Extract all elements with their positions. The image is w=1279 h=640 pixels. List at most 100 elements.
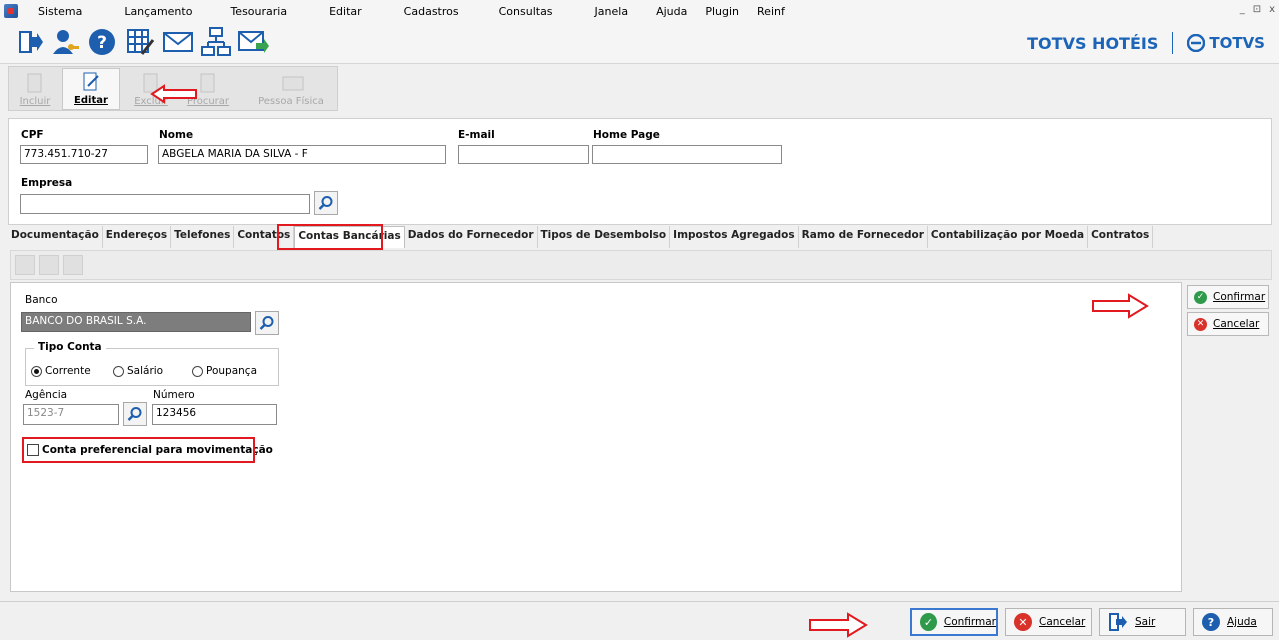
- check-icon: ✓: [1194, 290, 1207, 304]
- tab-enderecos[interactable]: Endereços: [103, 226, 172, 248]
- menu-consultas[interactable]: Consultas: [493, 5, 559, 18]
- search-icon: [259, 316, 274, 330]
- close-button[interactable]: x: [1269, 4, 1275, 15]
- search-icon: [127, 407, 142, 421]
- sub-toolbar: [10, 250, 1272, 280]
- tab-documentacao[interactable]: Documentação: [8, 226, 103, 248]
- radio-poupanca-circle: [192, 365, 203, 377]
- menu-editar[interactable]: Editar: [323, 5, 368, 18]
- sair-button[interactable]: Sair: [1099, 608, 1186, 636]
- radio-salario[interactable]: Salário: [113, 365, 163, 377]
- brand-logo: TOTVS HOTÉIS TOTVS: [1027, 32, 1265, 54]
- banco-search-button[interactable]: [255, 311, 279, 335]
- brand-hoteis: TOTVS HOTÉIS: [1027, 33, 1159, 53]
- tab-contatos[interactable]: Contatos: [234, 226, 295, 248]
- app-icon[interactable]: [4, 4, 18, 18]
- menu-lancamento[interactable]: Lançamento: [118, 5, 198, 18]
- help-icon[interactable]: ?: [86, 26, 118, 58]
- pessoa-fisica-button[interactable]: Pessoa Física: [245, 68, 337, 110]
- nome-label: Nome: [159, 129, 194, 141]
- menu-cadastros[interactable]: Cadastros: [398, 5, 465, 18]
- confirmar-button[interactable]: ✓ Confirmar: [910, 608, 998, 636]
- restore-button[interactable]: ⊡: [1253, 4, 1261, 15]
- numero-input[interactable]: 123456: [152, 404, 277, 425]
- annotation-arrow-bottom: [809, 612, 868, 638]
- cpf-label: CPF: [21, 129, 44, 141]
- cancel-icon: ✕: [1014, 613, 1032, 631]
- radio-corrente[interactable]: Corrente: [31, 365, 91, 377]
- bottom-action-bar: ✓ Confirmar ✕ Cancelar Sair ? Ajuda: [0, 601, 1279, 640]
- grid-edit-icon[interactable]: [124, 26, 156, 58]
- minimize-button[interactable]: _: [1240, 4, 1245, 15]
- annotation-arrow-right: [1092, 293, 1149, 319]
- tab-contratos[interactable]: Contratos: [1088, 226, 1154, 248]
- banco-input[interactable]: BANCO DO BRASIL S.A.: [21, 312, 251, 332]
- user-key-icon[interactable]: [50, 26, 82, 58]
- new-doc-icon: [26, 73, 44, 93]
- email-label: E-mail: [458, 129, 495, 141]
- network-icon[interactable]: [200, 26, 232, 58]
- tab-ramo-fornecedor[interactable]: Ramo de Fornecedor: [799, 226, 928, 248]
- tipo-conta-label: Tipo Conta: [34, 341, 106, 353]
- editar-button[interactable]: Editar: [62, 68, 120, 110]
- cpf-input[interactable]: 773.451.710-27: [20, 145, 148, 164]
- send-mail-icon[interactable]: [238, 26, 270, 58]
- agencia-input[interactable]: 1523-7: [23, 404, 119, 425]
- side-cancelar-button[interactable]: ✕ Cancelar: [1187, 312, 1269, 336]
- totvs-logo-icon: [1187, 34, 1206, 52]
- brand-separator: [1172, 32, 1174, 54]
- cancelar-button[interactable]: ✕ Cancelar: [1005, 608, 1092, 636]
- search-doc-icon: [199, 73, 217, 93]
- numero-label: Número: [153, 389, 195, 401]
- person-card-icon: [282, 73, 304, 93]
- homepage-input[interactable]: [592, 145, 782, 164]
- brand-totvs: TOTVS: [1187, 34, 1265, 52]
- empresa-label: Empresa: [21, 177, 73, 189]
- homepage-label: Home Page: [593, 129, 660, 141]
- empresa-input[interactable]: [20, 194, 310, 214]
- menu-bar: Sistema Lançamento Tesouraria Editar Cad…: [0, 0, 1279, 22]
- menu-plugin[interactable]: Plugin: [699, 5, 745, 18]
- sub-delete-icon[interactable]: [63, 255, 83, 275]
- side-confirmar-button[interactable]: ✓ Confirmar: [1187, 285, 1269, 309]
- exit-icon[interactable]: [14, 26, 46, 58]
- radio-salario-circle: [113, 365, 124, 377]
- svg-text:?: ?: [97, 33, 107, 53]
- tab-dados-fornecedor[interactable]: Dados do Fornecedor: [405, 226, 538, 248]
- sub-new-icon[interactable]: [15, 255, 35, 275]
- tab-contabilizacao-moeda[interactable]: Contabilização por Moeda: [928, 226, 1089, 248]
- banco-label: Banco: [25, 294, 58, 306]
- menu-janela[interactable]: Janela: [589, 5, 635, 18]
- window-controls: _ ⊡ x: [1240, 4, 1275, 15]
- menu-tesouraria[interactable]: Tesouraria: [224, 5, 293, 18]
- help-icon: ?: [1202, 613, 1220, 631]
- sub-edit-icon[interactable]: [39, 255, 59, 275]
- search-icon: [318, 196, 333, 210]
- menu-reinf[interactable]: Reinf: [751, 5, 791, 18]
- side-action-panel: ✓ Confirmar ✕ Cancelar: [1183, 282, 1273, 592]
- nome-input[interactable]: ABGELA MARIA DA SILVA - F: [158, 145, 446, 164]
- menu-sistema[interactable]: Sistema: [32, 5, 88, 18]
- email-input[interactable]: [458, 145, 589, 164]
- radio-corrente-circle: [31, 365, 42, 377]
- empresa-search-button[interactable]: [314, 191, 338, 215]
- tab-telefones[interactable]: Telefones: [171, 226, 235, 248]
- incluir-button[interactable]: Incluir: [11, 68, 59, 110]
- tab-tipos-desembolso[interactable]: Tipos de Desembolso: [538, 226, 671, 248]
- radio-poupanca[interactable]: Poupança: [192, 365, 257, 377]
- agencia-search-button[interactable]: [123, 402, 147, 426]
- person-form: CPF 773.451.710-27 Nome ABGELA MARIA DA …: [8, 118, 1272, 225]
- ajuda-button[interactable]: ? Ajuda: [1193, 608, 1273, 636]
- menu-ajuda[interactable]: Ajuda: [650, 5, 693, 18]
- agencia-label: Agência: [25, 389, 68, 401]
- tipo-conta-group: Tipo Conta Corrente Salário Poupança: [25, 341, 279, 386]
- conta-preferencial-checkbox[interactable]: Conta preferencial para movimentação: [27, 444, 273, 456]
- cancel-icon: ✕: [1194, 317, 1207, 331]
- mail-icon[interactable]: [162, 26, 194, 58]
- exit-icon: [1109, 613, 1127, 631]
- tab-impostos-agregados[interactable]: Impostos Agregados: [670, 226, 799, 248]
- tab-strip: Documentação Endereços Telefones Contato…: [8, 226, 1154, 248]
- tab-contas-bancarias[interactable]: Contas Bancárias: [294, 226, 405, 248]
- annotation-arrow-left: [150, 84, 197, 104]
- bank-account-panel: Banco BANCO DO BRASIL S.A. Tipo Conta Co…: [10, 282, 1182, 592]
